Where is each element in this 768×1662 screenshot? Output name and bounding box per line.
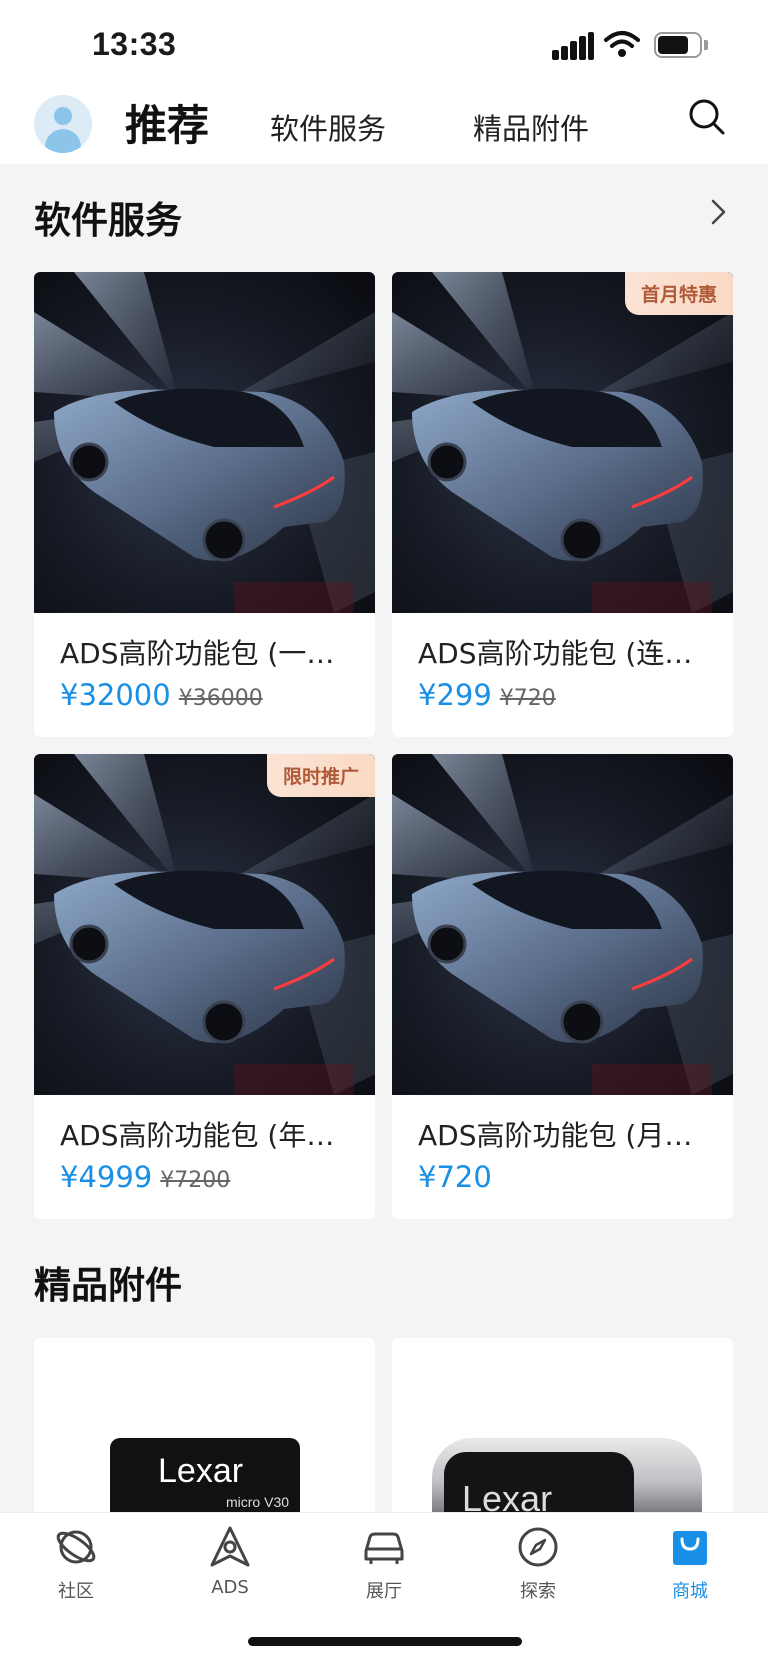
wifi-icon [604,31,640,57]
accessory-card[interactable]: Lexar micro V30 [34,1338,375,1518]
nav-label: 商城 [672,1581,708,1602]
product-image: 首月特惠 [392,272,733,613]
shopping-bag-icon [673,1531,707,1565]
chevron-right-icon[interactable] [708,197,730,227]
promo-badge: 首月特惠 [624,272,733,315]
accessory-card[interactable]: Lexar [392,1338,733,1518]
current-price: ¥4999 [60,1160,153,1194]
card-reader-image: Lexar [432,1438,702,1518]
nav-label: 社区 [58,1581,94,1602]
car-image [392,272,733,613]
product-price: ¥32000 ¥36000 [60,678,263,712]
nav-label: ADS [211,1577,249,1598]
card-spec: micro V30 [226,1494,290,1510]
original-price: ¥7200 [160,1168,231,1193]
car-icon [364,1532,404,1564]
current-price: ¥299 [418,678,492,712]
nav-ads[interactable]: ADS [180,1525,280,1605]
battery-icon [654,32,708,58]
cellular-signal-icon [552,32,594,60]
product-name: ADS高阶功能包 (月… [418,1119,693,1152]
section-title-accessories: 精品附件 [34,1264,182,1307]
nav-label: 展厅 [366,1581,402,1602]
product-card[interactable]: ADS高阶功能包 (月… ¥720 [392,754,733,1219]
compass-icon [518,1527,558,1567]
product-image [34,272,375,613]
tab-accessories[interactable]: 精品附件 [473,106,589,148]
avatar[interactable] [34,95,92,153]
memory-card-image: Lexar micro V30 [110,1438,300,1518]
product-image: 限时推广 [34,754,375,1095]
original-price: ¥720 [499,686,556,711]
car-image [392,754,733,1095]
product-card[interactable]: 首月特惠 ADS高阶功能包 (连… ¥299 ¥720 [392,272,733,737]
product-name: ADS高阶功能包 (一… [60,637,335,670]
current-price: ¥720 [418,1160,492,1194]
product-image [392,754,733,1095]
product-card[interactable]: ADS高阶功能包 (一… ¥32000 ¥36000 [34,272,375,737]
search-icon[interactable] [688,98,726,136]
current-price: ¥32000 [60,678,171,712]
nav-community[interactable]: 社区 [26,1525,126,1605]
nav-showroom[interactable]: 展厅 [334,1525,434,1605]
status-bar: 13:33 [0,0,768,88]
tab-software-services[interactable]: 软件服务 [270,106,386,148]
nav-label: 探索 [520,1581,556,1602]
top-header: 推荐 软件服务 精品附件 [0,88,768,164]
home-indicator [248,1637,522,1646]
product-card[interactable]: 限时推广 ADS高阶功能包 (年… ¥4999 ¥7200 [34,754,375,1219]
status-time: 13:33 [92,26,177,62]
ads-icon [210,1526,250,1567]
nav-mall[interactable]: 商城 [640,1525,740,1605]
car-image [34,272,375,613]
original-price: ¥36000 [178,686,263,711]
product-price: ¥299 ¥720 [418,678,556,712]
planet-icon [56,1530,96,1564]
product-price: ¥4999 ¥7200 [60,1160,230,1194]
product-name: ADS高阶功能包 (年… [60,1119,335,1152]
section-title-software: 软件服务 [34,199,182,242]
tab-recommend[interactable]: 推荐 [125,92,209,153]
product-name: ADS高阶功能包 (连… [418,637,693,670]
car-image [34,754,375,1095]
promo-badge: 限时推广 [266,754,375,797]
product-price: ¥720 [418,1160,492,1194]
brand-logo: Lexar [158,1452,244,1490]
nav-explore[interactable]: 探索 [488,1525,588,1605]
